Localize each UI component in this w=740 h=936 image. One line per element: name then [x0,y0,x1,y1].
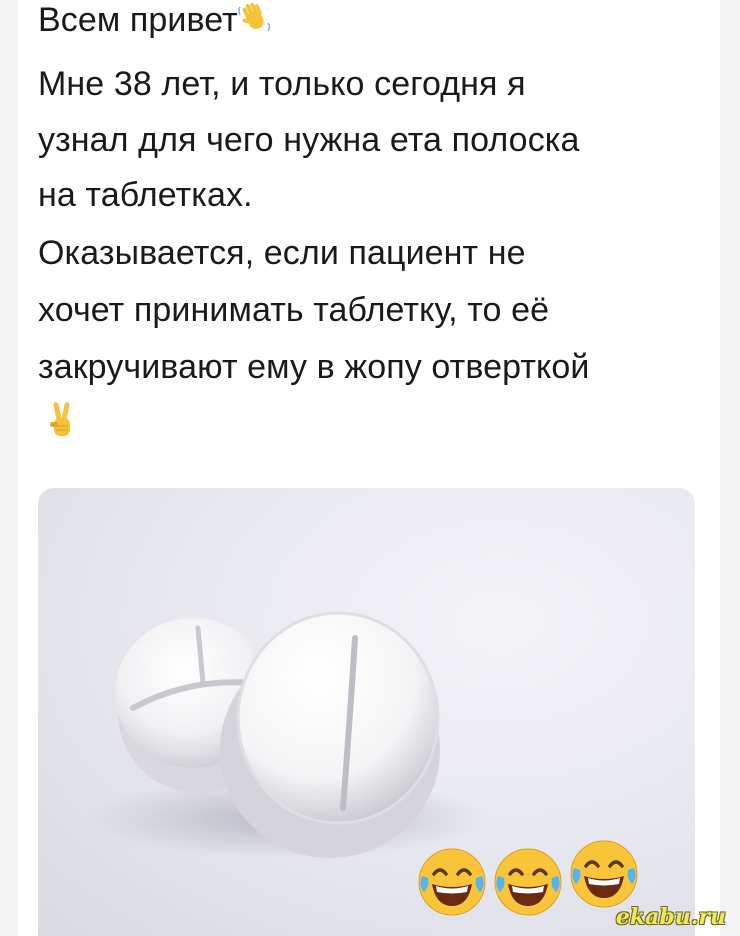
post-line-1: Всем привет [38,0,272,44]
post-line-7: закручивают ему в жопу отверткой [38,348,590,386]
post-line-5: Оказывается, если пациент не [38,234,526,272]
right-margin [720,0,740,936]
site-watermark: ekabu.ru [615,904,726,930]
face-with-tears-of-joy-icon [416,846,488,923]
post-line-3: узнал для чего нужна ета полоска [38,121,580,159]
post-line-6: хочет принимать таблетку, то её [38,291,550,329]
post-line-4: на таблетках. [38,176,253,214]
waving-hand-icon [238,1,272,44]
victory-hand-icon [46,400,78,445]
face-with-tears-of-joy-icon [492,846,564,923]
post-line-2: Мне 38 лет, и только сегодня я [38,65,526,103]
post-line-1-text: Всем привет [38,1,238,39]
left-margin [0,0,18,936]
